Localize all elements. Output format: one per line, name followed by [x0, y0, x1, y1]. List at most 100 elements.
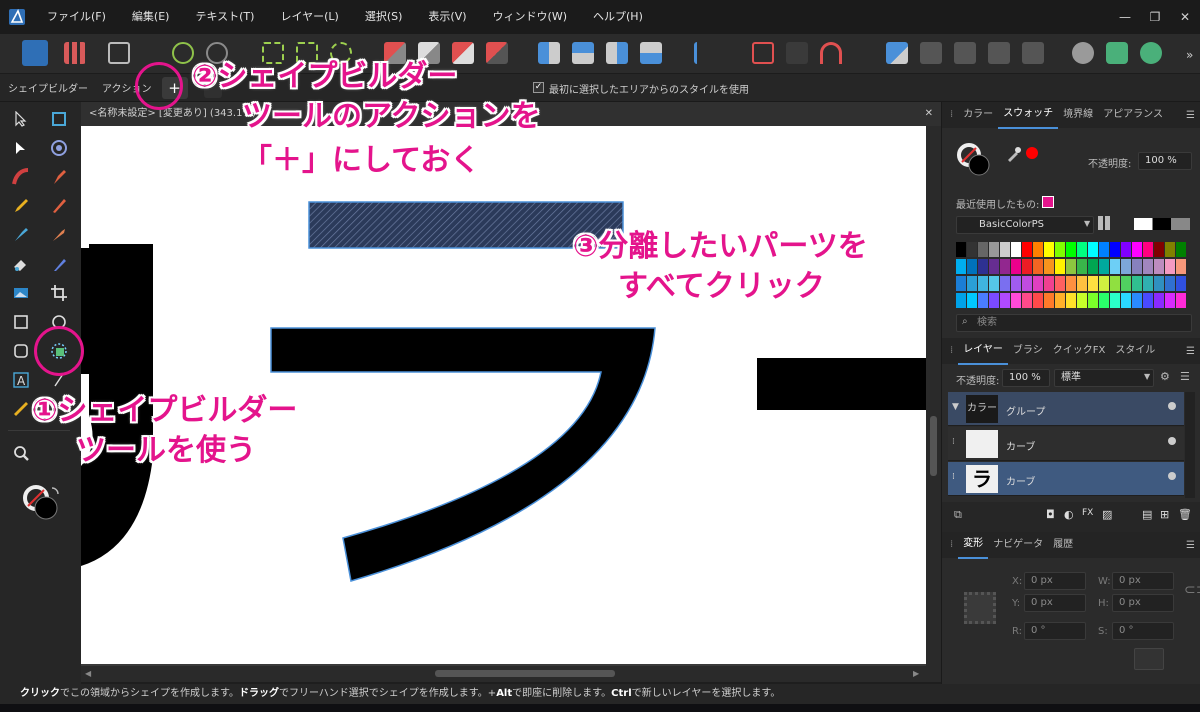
- crop-tool-icon[interactable]: [48, 282, 70, 304]
- swatch-cell[interactable]: [1154, 242, 1164, 257]
- swatch-cell[interactable]: [1132, 276, 1142, 291]
- swatch-cell[interactable]: [1000, 259, 1010, 274]
- swatch-cell[interactable]: [1154, 293, 1164, 308]
- snapping-magnet-icon[interactable]: [820, 42, 842, 64]
- swatch-cell[interactable]: [1022, 276, 1032, 291]
- swatch-cell[interactable]: [1044, 276, 1054, 291]
- w-field[interactable]: 0 px: [1112, 572, 1174, 590]
- swatch-cell[interactable]: [1176, 293, 1186, 308]
- insert-front-icon[interactable]: [1022, 42, 1044, 64]
- swatch-cell[interactable]: [1044, 293, 1054, 308]
- horizontal-scroll-thumb[interactable]: [435, 670, 615, 677]
- rounded-rectangle-tool-icon[interactable]: [10, 340, 32, 362]
- horizontal-scrollbar[interactable]: ◀ ▶: [81, 666, 941, 682]
- swatch-cell[interactable]: [1176, 242, 1186, 257]
- swatch-cell[interactable]: [1121, 293, 1131, 308]
- swatch-cell[interactable]: [1033, 276, 1043, 291]
- swatch-cell[interactable]: [978, 293, 988, 308]
- swatch-cell[interactable]: [1110, 276, 1120, 291]
- menu-select[interactable]: 選択(S): [352, 0, 416, 34]
- flip-horizontal-icon[interactable]: [538, 42, 560, 64]
- swatch-cell[interactable]: [1033, 293, 1043, 308]
- swatch-cell[interactable]: [967, 242, 977, 257]
- transform-origin-icon[interactable]: [752, 42, 774, 64]
- ungroup-icon[interactable]: [1106, 42, 1128, 64]
- tab-swatches[interactable]: スウォッチ: [998, 101, 1059, 129]
- move-tool-icon[interactable]: [10, 108, 32, 130]
- zoom-tool-icon[interactable]: [10, 442, 32, 464]
- swatch-cell[interactable]: [1000, 276, 1010, 291]
- swatch-cell[interactable]: [1176, 276, 1186, 291]
- swatch-cell[interactable]: [1099, 293, 1109, 308]
- scroll-right-icon[interactable]: ▶: [913, 669, 919, 678]
- y-field[interactable]: 0 px: [1024, 594, 1086, 612]
- designer-persona-icon[interactable]: [22, 40, 48, 66]
- transparency-tool-icon[interactable]: [48, 253, 70, 275]
- node-tool-icon[interactable]: [10, 137, 32, 159]
- swatches-opacity-field[interactable]: 100 %: [1138, 152, 1192, 170]
- swatch-cell[interactable]: [1011, 259, 1021, 274]
- swatch-cell[interactable]: [1000, 242, 1010, 257]
- swatch-cell[interactable]: [1033, 242, 1043, 257]
- pen-tool-icon[interactable]: [48, 166, 70, 188]
- swatch-cell[interactable]: [956, 242, 966, 257]
- palette-dropdown-icon[interactable]: ▼: [1084, 219, 1090, 228]
- swatches-menu-icon[interactable]: ☰: [1186, 110, 1195, 121]
- delete-layer-icon[interactable]: 🗑: [1178, 508, 1192, 521]
- tab-layers[interactable]: レイヤー: [958, 337, 1008, 365]
- swatch-cell[interactable]: [1143, 276, 1153, 291]
- swatch-cell[interactable]: [1011, 242, 1021, 257]
- swatch-cell[interactable]: [1088, 242, 1098, 257]
- swatch-cell[interactable]: [1066, 242, 1076, 257]
- swatch-cell[interactable]: [1099, 276, 1109, 291]
- boolean-divide-icon[interactable]: [486, 42, 508, 64]
- swatch-cell[interactable]: [1077, 242, 1087, 257]
- app-logo-icon[interactable]: [0, 0, 34, 34]
- fill-stroke-selector[interactable]: [22, 484, 62, 527]
- swatch-cell[interactable]: [1176, 259, 1186, 274]
- swatch-cell[interactable]: [1000, 293, 1010, 308]
- insert-inside-icon[interactable]: [886, 42, 908, 64]
- live-filter-icon[interactable]: ▨: [1102, 508, 1112, 521]
- tab-stroke[interactable]: 境界線: [1058, 102, 1098, 128]
- swatch-search-input[interactable]: 検索: [956, 314, 1192, 332]
- layer-row-curve-1[interactable]: ⁞ カーブ: [948, 427, 1184, 461]
- menu-file[interactable]: ファイル(F): [34, 0, 119, 34]
- rectangle-tool-icon[interactable]: [10, 311, 32, 333]
- tab-transform[interactable]: 変形: [958, 531, 989, 559]
- artboard-tool-icon[interactable]: [48, 108, 70, 130]
- swatch-cell[interactable]: [1055, 259, 1065, 274]
- palette-selector[interactable]: BasicColorPS: [956, 216, 1094, 234]
- swatch-cell[interactable]: [1077, 293, 1087, 308]
- restore-icon[interactable]: ❐: [1140, 0, 1170, 34]
- swatches-fill-stroke-icon[interactable]: [956, 142, 996, 183]
- swatch-cell[interactable]: [1099, 259, 1109, 274]
- fill-tool-icon[interactable]: [10, 224, 32, 246]
- layer-row-group[interactable]: ▼ カラー グループ: [948, 392, 1184, 426]
- ra-hook-stroke[interactable]: [270, 327, 656, 582]
- swatch-cell[interactable]: [1121, 242, 1131, 257]
- swatch-cell[interactable]: [1044, 259, 1054, 274]
- layers-scrollbar[interactable]: [1185, 392, 1195, 498]
- tab-quick-fx[interactable]: クイックFX: [1048, 338, 1111, 364]
- tab-color[interactable]: カラー: [958, 102, 998, 128]
- swatch-cell[interactable]: [1165, 293, 1175, 308]
- group-icon[interactable]: [1072, 42, 1094, 64]
- panel-grip-icon[interactable]: ⁞: [942, 102, 958, 128]
- insert-bottom-icon[interactable]: [988, 42, 1010, 64]
- swatch-cell[interactable]: [956, 276, 966, 291]
- swatch-cell[interactable]: [1110, 242, 1120, 257]
- swatch-cell[interactable]: [1132, 259, 1142, 274]
- swatch-cell[interactable]: [1044, 242, 1054, 257]
- insert-top-icon[interactable]: [954, 42, 976, 64]
- document-setup-icon[interactable]: [172, 42, 194, 64]
- transform-menu-icon[interactable]: ☰: [1186, 540, 1195, 551]
- snapping-toggle-icon[interactable]: [786, 42, 808, 64]
- layer-row-curve-2[interactable]: ⁞ ラ カーブ: [948, 462, 1184, 496]
- layer-visibility-icon[interactable]: [1168, 472, 1176, 480]
- menu-window[interactable]: ウィンドウ(W): [480, 0, 580, 34]
- swatch-cell[interactable]: [1055, 293, 1065, 308]
- swatch-cell[interactable]: [1165, 242, 1175, 257]
- menu-layer[interactable]: レイヤー(L): [267, 0, 351, 34]
- swatch-cell[interactable]: [1088, 276, 1098, 291]
